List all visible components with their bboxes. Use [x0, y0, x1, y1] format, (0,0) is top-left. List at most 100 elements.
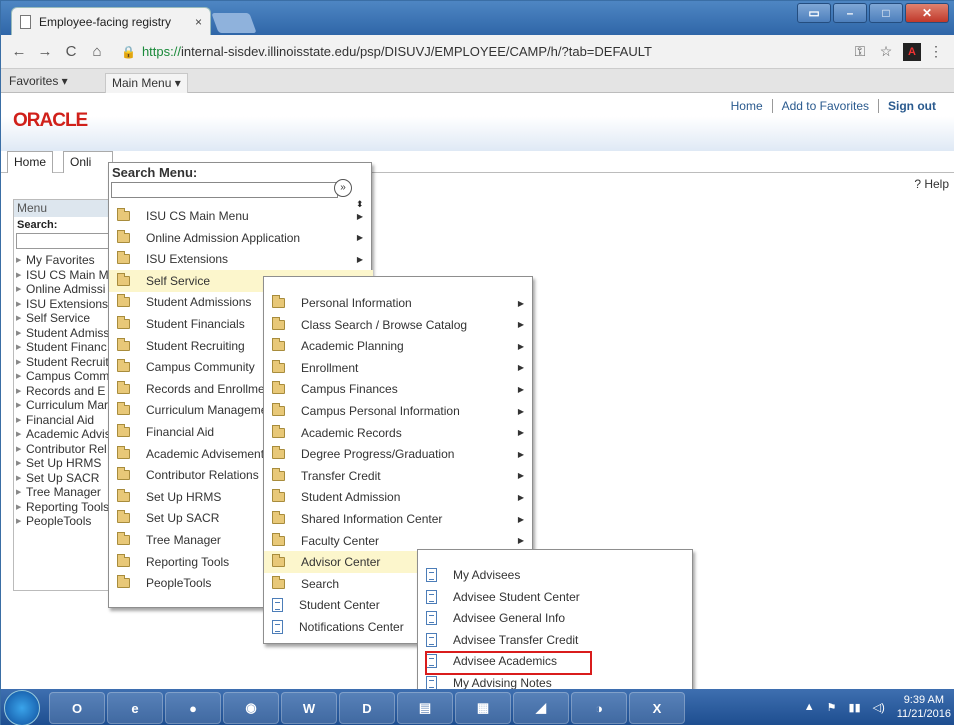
tab-home[interactable]: Home	[7, 151, 54, 173]
firefox-icon[interactable]: ◉	[223, 692, 279, 724]
minimize-button[interactable]: –	[833, 3, 867, 23]
menu-tree-item[interactable]: ▶ My Favorites	[16, 253, 111, 268]
tab-title: Employee-facing registry	[39, 14, 172, 29]
menu-item-isu-cs-main-menu[interactable]: ISU CS Main Menu ▶	[109, 205, 373, 227]
close-window-button[interactable]: ✕	[905, 3, 949, 23]
internet-explorer-icon[interactable]: e	[107, 692, 163, 724]
document-icon	[426, 568, 437, 582]
flag-icon[interactable]: ⚑	[827, 701, 837, 714]
tab-online[interactable]: Onli	[63, 151, 113, 173]
help-link[interactable]: ? Help	[914, 177, 949, 191]
menu-tree-item[interactable]: ▶ ISU Extensions	[16, 297, 111, 312]
skype-icon[interactable]: ◑	[571, 692, 627, 724]
menu-item-campus-personal-information[interactable]: Campus Personal Information ▶	[264, 400, 534, 422]
word-icon[interactable]: W	[281, 692, 337, 724]
menu-item-isu-extensions[interactable]: ISU Extensions ▶	[109, 248, 373, 270]
search-go-icon[interactable]: »	[334, 179, 352, 197]
main-menu-button[interactable]: Main Menu ▾	[105, 73, 188, 93]
menu-item-academic-planning[interactable]: Academic Planning ▶	[264, 335, 534, 357]
snipping-tool-icon[interactable]: ◢	[513, 692, 569, 724]
menu-item-personal-information[interactable]: Personal Information ▶	[264, 292, 534, 314]
menu-item-shared-information-center[interactable]: Shared Information Center ▶	[264, 508, 534, 530]
reload-icon[interactable]: C	[61, 43, 81, 60]
menu-tree-item[interactable]: ▶ Contributor Rel	[16, 442, 111, 457]
folder-icon	[272, 532, 285, 546]
sign-out-link[interactable]: Sign out	[878, 99, 945, 113]
menu-tree-item[interactable]: ▶ Student Recruit	[16, 355, 111, 370]
folder-icon	[272, 403, 285, 416]
tray-chevron-icon[interactable]: ▲	[804, 701, 815, 713]
folder-icon	[117, 380, 130, 394]
clock[interactable]: 9:39 AM 11/21/2016	[897, 693, 951, 721]
menu-item-transfer-credit[interactable]: Transfer Credit ▶	[264, 465, 534, 487]
forward-icon[interactable]: →	[35, 43, 55, 60]
new-tab-button[interactable]	[211, 13, 257, 33]
menu-item-label: Personal Information	[301, 296, 412, 310]
home-icon[interactable]: ⌂	[87, 43, 107, 60]
start-button[interactable]	[4, 690, 40, 725]
search-menu-input[interactable]	[111, 182, 338, 198]
menu-item-online-admission-application[interactable]: Online Admission Application ▶	[109, 227, 373, 249]
menu-tree-item[interactable]: ▶ Campus Comm	[16, 369, 111, 384]
menu-item-enrollment[interactable]: Enrollment ▶	[264, 357, 534, 379]
chevron-right-icon: ▶	[16, 387, 22, 395]
menu-search-input[interactable]	[16, 233, 111, 249]
volume-icon[interactable]: ◁)	[873, 701, 885, 714]
menu-item-my-advisees[interactable]: My Advisees	[418, 564, 694, 586]
menu-tree-item[interactable]: ▶ Set Up HRMS	[16, 456, 111, 471]
menu-item-advisee-transfer-credit[interactable]: Advisee Transfer Credit	[418, 629, 694, 651]
menu-tree-item[interactable]: ▶ Curriculum Mar	[16, 398, 111, 413]
menu-tree-item[interactable]: ▶ Set Up SACR	[16, 471, 111, 486]
star-icon[interactable]: ☆	[875, 43, 897, 60]
menu-item-advisee-general-info[interactable]: Advisee General Info	[418, 607, 694, 629]
add-to-favorites-link[interactable]: Add to Favorites	[771, 99, 878, 113]
menu-item-label: ISU CS Main Menu	[146, 209, 249, 223]
folder-icon	[272, 424, 285, 438]
menu-item-campus-finances[interactable]: Campus Finances ▶	[264, 378, 534, 400]
folder-icon	[272, 338, 285, 352]
menu-tree-item[interactable]: ▶ Student Admiss	[16, 326, 111, 341]
network-icon[interactable]: ▮▮	[849, 701, 861, 714]
menu-item-student-admission[interactable]: Student Admission ▶	[264, 486, 534, 508]
menu-tree-item[interactable]: ▶ Student Financ	[16, 340, 111, 355]
calculator-icon[interactable]: ▦	[455, 692, 511, 724]
menu-tree-item[interactable]: ▶ Self Service	[16, 311, 111, 326]
menu-tree-item[interactable]: ▶ Online Admissi	[16, 282, 111, 297]
menu-tree-item[interactable]: ▶ PeopleTools	[16, 514, 111, 529]
media-player-icon[interactable]: D	[339, 692, 395, 724]
folder-icon	[272, 446, 285, 460]
menu-item-label: Class Search / Browse Catalog	[301, 317, 468, 332]
menu-tree-item[interactable]: ▶ Tree Manager	[16, 485, 111, 500]
close-tab-icon[interactable]: ×	[195, 15, 202, 29]
menu-tree-item[interactable]: ▶ Records and E	[16, 384, 111, 399]
maximize-button[interactable]: □	[869, 3, 903, 23]
pdf-extension-icon[interactable]: A	[903, 42, 921, 61]
submenu-arrow-icon: ▶	[517, 341, 524, 351]
key-icon[interactable]: ⚿	[849, 43, 871, 60]
submenu-arrow-icon: ▶	[517, 514, 524, 524]
restore-icon[interactable]: ▭	[797, 3, 831, 23]
menu-item-class-search-browse-catalog[interactable]: Class Search / Browse Catalog ▶	[264, 314, 534, 336]
submenu-arrow-icon: ▶	[517, 320, 524, 330]
chrome-icon[interactable]: ●	[165, 692, 221, 724]
file-explorer-icon[interactable]: ▤	[397, 692, 453, 724]
chevron-right-icon: ▶	[16, 503, 22, 511]
menu-tree-item[interactable]: ▶ Reporting Tools	[16, 500, 111, 515]
more-menu-icon[interactable]: ⋮	[925, 43, 947, 60]
menu-item-degree-progress-graduation[interactable]: Degree Progress/Graduation ▶	[264, 443, 534, 465]
menu-tree-item[interactable]: ▶ Academic Advis	[16, 427, 111, 442]
url-field[interactable]: 🔒 https:// internal-sisdev.illinoisstate…	[113, 39, 845, 65]
back-icon[interactable]: ←	[9, 43, 29, 60]
browser-tab[interactable]: Employee-facing registry ×	[11, 7, 211, 35]
menu-item-label: Advisee General Info	[453, 611, 566, 626]
outlook-icon[interactable]: O	[49, 692, 105, 724]
folder-icon	[272, 554, 285, 568]
menu-tree-item[interactable]: ▶ ISU CS Main M	[16, 268, 111, 283]
menu-tree-item[interactable]: ▶ Financial Aid	[16, 413, 111, 428]
favorites-menu[interactable]: Favorites ▾	[9, 74, 68, 88]
excel-icon[interactable]: X	[629, 692, 685, 724]
menu-item-academic-records[interactable]: Academic Records ▶	[264, 422, 534, 444]
menu-item-advisee-student-center[interactable]: Advisee Student Center	[418, 586, 694, 608]
home-link[interactable]: Home	[722, 99, 772, 113]
folder-icon	[117, 229, 130, 243]
